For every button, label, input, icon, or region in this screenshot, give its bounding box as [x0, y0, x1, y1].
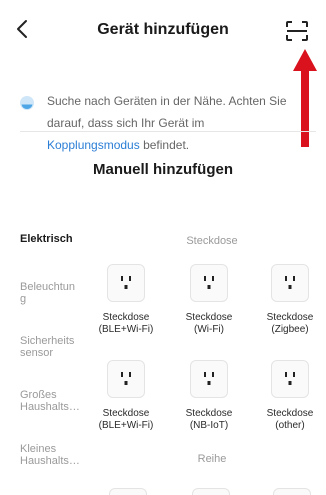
category-sicherheitssensor-line1: Sicherheits [20, 335, 75, 347]
category-beleuchtung[interactable]: Beleuchtun g [20, 281, 82, 305]
device-variant: (BLE+Wi-Fi) [98, 324, 154, 335]
category-elektrisch[interactable]: Elektrisch [20, 233, 82, 245]
socket-icon [271, 264, 309, 302]
device-variant: (NB-IoT) [189, 420, 229, 431]
device-name: Steckdose [185, 408, 233, 419]
device-tile[interactable]: Steckdose (Zigbee) [255, 264, 325, 336]
device-variant: (other) [275, 420, 305, 431]
divider [20, 131, 316, 132]
category-beleuchtung-line2: g [20, 293, 27, 305]
device-tile[interactable]: Steckdose (other) [255, 360, 325, 432]
category-grosses-line2: Haushalts… [20, 401, 80, 413]
device-variant: (Zigbee) [271, 324, 309, 335]
category-kleines-line1: Kleines [20, 443, 57, 455]
category-kleines-line2: Haushalts… [20, 455, 80, 467]
socket-icon [271, 360, 309, 398]
device-tile[interactable]: Steckdose (BLE+Wi-Fi) [91, 264, 161, 336]
device-name: Steckdose [266, 312, 314, 323]
socket-icon [190, 264, 228, 302]
device-tile[interactable]: Steckdose (Wi-Fi) [174, 264, 244, 336]
socket-icon [190, 360, 228, 398]
category-sicherheitssensor[interactable]: Sicherheits sensor [20, 335, 82, 359]
category-sicherheitssensor-line2: sensor [20, 347, 54, 359]
device-name: Steckdose [102, 408, 150, 419]
category-grosses-haushalts[interactable]: Großes Haushalts… [20, 389, 82, 413]
device-tile[interactable]: Steckdose (NB-IoT) [174, 360, 244, 432]
scan-button[interactable] [285, 20, 309, 42]
search-pulse-icon [20, 96, 34, 110]
device-name: Steckdose [102, 312, 150, 323]
scan-icon [286, 21, 308, 41]
device-name: Steckdose [266, 408, 314, 419]
group-label-steckdose: Steckdose [186, 235, 238, 247]
category-grosses-line1: Großes [20, 389, 57, 401]
device-variant: (BLE+Wi-Fi) [98, 420, 154, 431]
search-hint: Suche nach Geräten in der Nähe. Achten S… [47, 90, 293, 156]
category-beleuchtung-line1: Beleuchtun [20, 281, 76, 293]
category-kleines-haushalts[interactable]: Kleines Haushalts… [20, 443, 82, 467]
pairing-mode-link[interactable]: Kopplungsmodus [47, 138, 140, 152]
search-hint-text: Suche nach Geräten in der Nähe. Achten S… [47, 94, 287, 130]
device-variant: (Wi-Fi) [194, 324, 224, 335]
group-label-reihe: Reihe [197, 453, 227, 465]
red-arrow-annotation [293, 49, 317, 147]
page-title: Gerät hinzufügen [97, 21, 229, 38]
device-tile[interactable]: Steckdose (BLE+Wi-Fi) [91, 360, 161, 432]
socket-icon [107, 264, 145, 302]
search-hint-end: befindet. [139, 138, 190, 152]
device-name: Steckdose [185, 312, 233, 323]
section-title: Manuell hinzufügen [93, 161, 233, 178]
socket-icon [107, 360, 145, 398]
